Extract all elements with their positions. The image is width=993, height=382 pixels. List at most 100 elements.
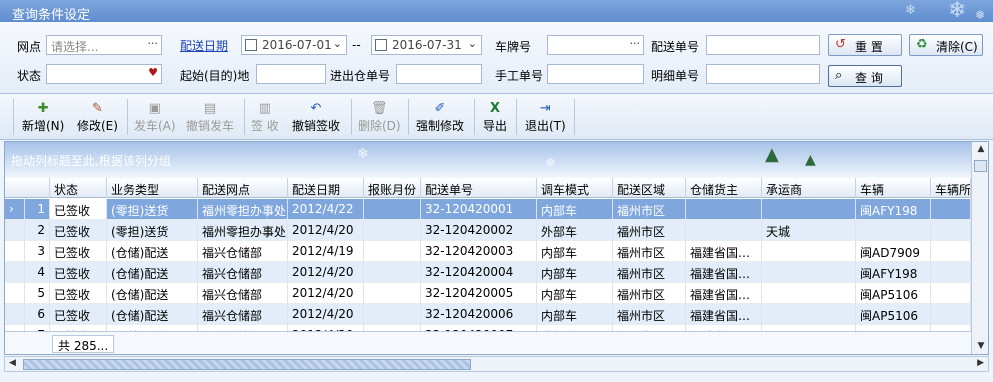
chevron-down-icon[interactable]: ⌄ [333, 37, 342, 50]
row-indicator-icon[interactable] [5, 283, 25, 304]
table-cell[interactable]: 福州市区 [613, 304, 686, 325]
table-cell[interactable] [762, 283, 856, 304]
date-from-picker[interactable]: 2016-07-01 ⌄ [241, 35, 347, 55]
table-cell[interactable]: 闽AD7909 [856, 241, 931, 262]
table-cell[interactable] [762, 199, 856, 220]
col-header[interactable]: 配送区域 [613, 178, 686, 198]
table-cell[interactable]: 闽AP5106 [856, 283, 931, 304]
col-header[interactable]: 业务类型 [107, 178, 198, 198]
inout-no-field[interactable] [396, 64, 482, 84]
table-cell[interactable] [364, 283, 421, 304]
table-cell[interactable]: (零担)送货 [107, 199, 198, 220]
table-cell[interactable]: 福兴仓储部 [198, 304, 288, 325]
add-button[interactable]: ✚ 新增(N) [22, 101, 64, 134]
row-indicator-icon[interactable] [5, 220, 25, 241]
ellipsis-icon[interactable]: ··· [630, 37, 641, 50]
row-indicator-icon[interactable]: › [5, 199, 25, 220]
table-cell[interactable]: 2012/4/19 [288, 241, 364, 262]
date-from-checkbox[interactable] [245, 39, 257, 51]
scroll-left-icon[interactable]: ◀ [9, 358, 16, 368]
manual-no-field[interactable] [547, 64, 644, 84]
clear-button[interactable]: ♻ 清除(C) [909, 34, 983, 56]
scroll-thumb[interactable] [23, 359, 471, 370]
scroll-up-icon[interactable]: ▲ [974, 144, 988, 156]
date-to-picker[interactable]: 2016-07-31 ⌄ [371, 35, 482, 55]
undo-sign-button[interactable]: ↶ 撤销签收 [292, 101, 340, 134]
table-row[interactable]: › 1 已签收 (零担)送货 福州零担办事处 2012/4/22 32-120420001 内… [5, 199, 971, 220]
col-header[interactable]: 承运商 [762, 178, 856, 198]
table-cell[interactable]: 福兴仓储部 [198, 241, 288, 262]
status-field[interactable]: ♥ [46, 64, 162, 84]
reset-button[interactable]: ↺ 重 置 [828, 34, 902, 56]
col-header[interactable]: 配送单号 [421, 178, 537, 198]
table-cell[interactable]: 福州市区 [613, 262, 686, 283]
table-cell[interactable]: (仓储)配送 [107, 262, 198, 283]
table-cell[interactable]: 内部车 [537, 199, 613, 220]
col-header[interactable]: 调车模式 [537, 178, 613, 198]
table-cell[interactable]: 内部车 [537, 241, 613, 262]
col-header[interactable]: 配送网点 [198, 178, 288, 198]
table-cell[interactable]: 福建省国… [686, 283, 762, 304]
col-header[interactable]: 状态 [50, 178, 107, 198]
table-cell[interactable]: 2012/4/20 [288, 220, 364, 241]
horizontal-scrollbar[interactable]: ◀ ▶ [4, 356, 989, 372]
table-cell[interactable] [686, 199, 762, 220]
heart-icon[interactable]: ♥ [148, 66, 158, 79]
table-row[interactable]: 5 已签收 (仓储)配送 福兴仓储部 2012/4/20 32-120420005 内部车福… [5, 283, 971, 304]
table-cell[interactable]: 32-120420002 [421, 220, 537, 241]
table-cell[interactable]: 2012/4/22 [288, 199, 364, 220]
table-cell[interactable]: 已签收 [50, 220, 107, 241]
table-cell[interactable]: 32-120420005 [421, 283, 537, 304]
delivery-no-field[interactable] [706, 35, 820, 55]
delete-button[interactable]: 🗑 删除(D) [358, 101, 401, 134]
table-cell[interactable]: 福兴仓储部 [198, 262, 288, 283]
exit-button[interactable]: ⇥ 退出(T) [525, 101, 566, 134]
ellipsis-icon[interactable]: ··· [148, 37, 159, 50]
table-cell[interactable]: 福州市区 [613, 283, 686, 304]
table-cell[interactable]: 天城 [762, 220, 856, 241]
col-header[interactable]: 仓储货主 [686, 178, 762, 198]
table-cell[interactable]: 32-120420001 [421, 199, 537, 220]
table-cell[interactable]: 已签收 [50, 283, 107, 304]
table-cell[interactable]: 福州市区 [613, 220, 686, 241]
table-cell[interactable]: 内部车 [537, 283, 613, 304]
table-cell[interactable] [931, 220, 971, 241]
table-cell[interactable]: 福州市区 [613, 241, 686, 262]
table-cell[interactable]: 32-120420004 [421, 262, 537, 283]
table-cell[interactable]: 2012/4/20 [288, 283, 364, 304]
table-row[interactable]: 3 已签收 (仓储)配送 福兴仓储部 2012/4/19 32-120420003 内部车福… [5, 241, 971, 262]
table-row[interactable]: 4 已签收 (仓储)配送 福兴仓储部 2012/4/20 32-120420004 内部车福… [5, 262, 971, 283]
table-cell[interactable]: 已签收 [50, 199, 107, 220]
col-header[interactable]: 配送日期 [288, 178, 364, 198]
table-cell[interactable] [686, 220, 762, 241]
query-button[interactable]: ⌕ 查 询 [828, 65, 902, 87]
origin-dest-field[interactable] [256, 64, 326, 84]
scroll-right-icon[interactable]: ▶ [977, 358, 984, 368]
table-cell[interactable]: (仓储)配送 [107, 304, 198, 325]
chevron-down-icon[interactable]: ⌄ [468, 37, 477, 50]
date-to-checkbox[interactable] [375, 39, 387, 51]
delivery-date-link[interactable]: 配送日期 [180, 37, 228, 54]
table-cell[interactable] [364, 262, 421, 283]
scroll-thumb[interactable] [974, 160, 987, 172]
row-indicator-icon[interactable] [5, 241, 25, 262]
cancel-dispatch-button[interactable]: ▤ 撤销发车 [186, 101, 234, 134]
col-header[interactable]: 车辆 [856, 178, 931, 198]
table-cell[interactable]: 已签收 [50, 304, 107, 325]
table-cell[interactable] [931, 262, 971, 283]
table-cell[interactable] [364, 241, 421, 262]
table-cell[interactable]: 2012/4/20 [288, 262, 364, 283]
table-cell[interactable]: 2012/4/20 [288, 304, 364, 325]
row-indicator-icon[interactable] [5, 262, 25, 283]
scroll-down-icon[interactable]: ▼ [974, 341, 988, 353]
table-cell[interactable]: 福兴仓储部 [198, 283, 288, 304]
table-cell[interactable] [364, 199, 421, 220]
table-cell[interactable]: 闽AFY198 [856, 262, 931, 283]
table-row[interactable]: 6 已签收 (仓储)配送 福兴仓储部 2012/4/20 32-120420006 内部车福… [5, 304, 971, 325]
table-cell[interactable]: 闽AP5106 [856, 304, 931, 325]
vertical-scrollbar[interactable]: ▲ ▼ [971, 142, 988, 354]
sign-button[interactable]: ▥ 签 收 [251, 101, 279, 134]
table-cell[interactable]: 32-120420003 [421, 241, 537, 262]
table-cell[interactable]: 内部车 [537, 262, 613, 283]
table-cell[interactable] [856, 220, 931, 241]
